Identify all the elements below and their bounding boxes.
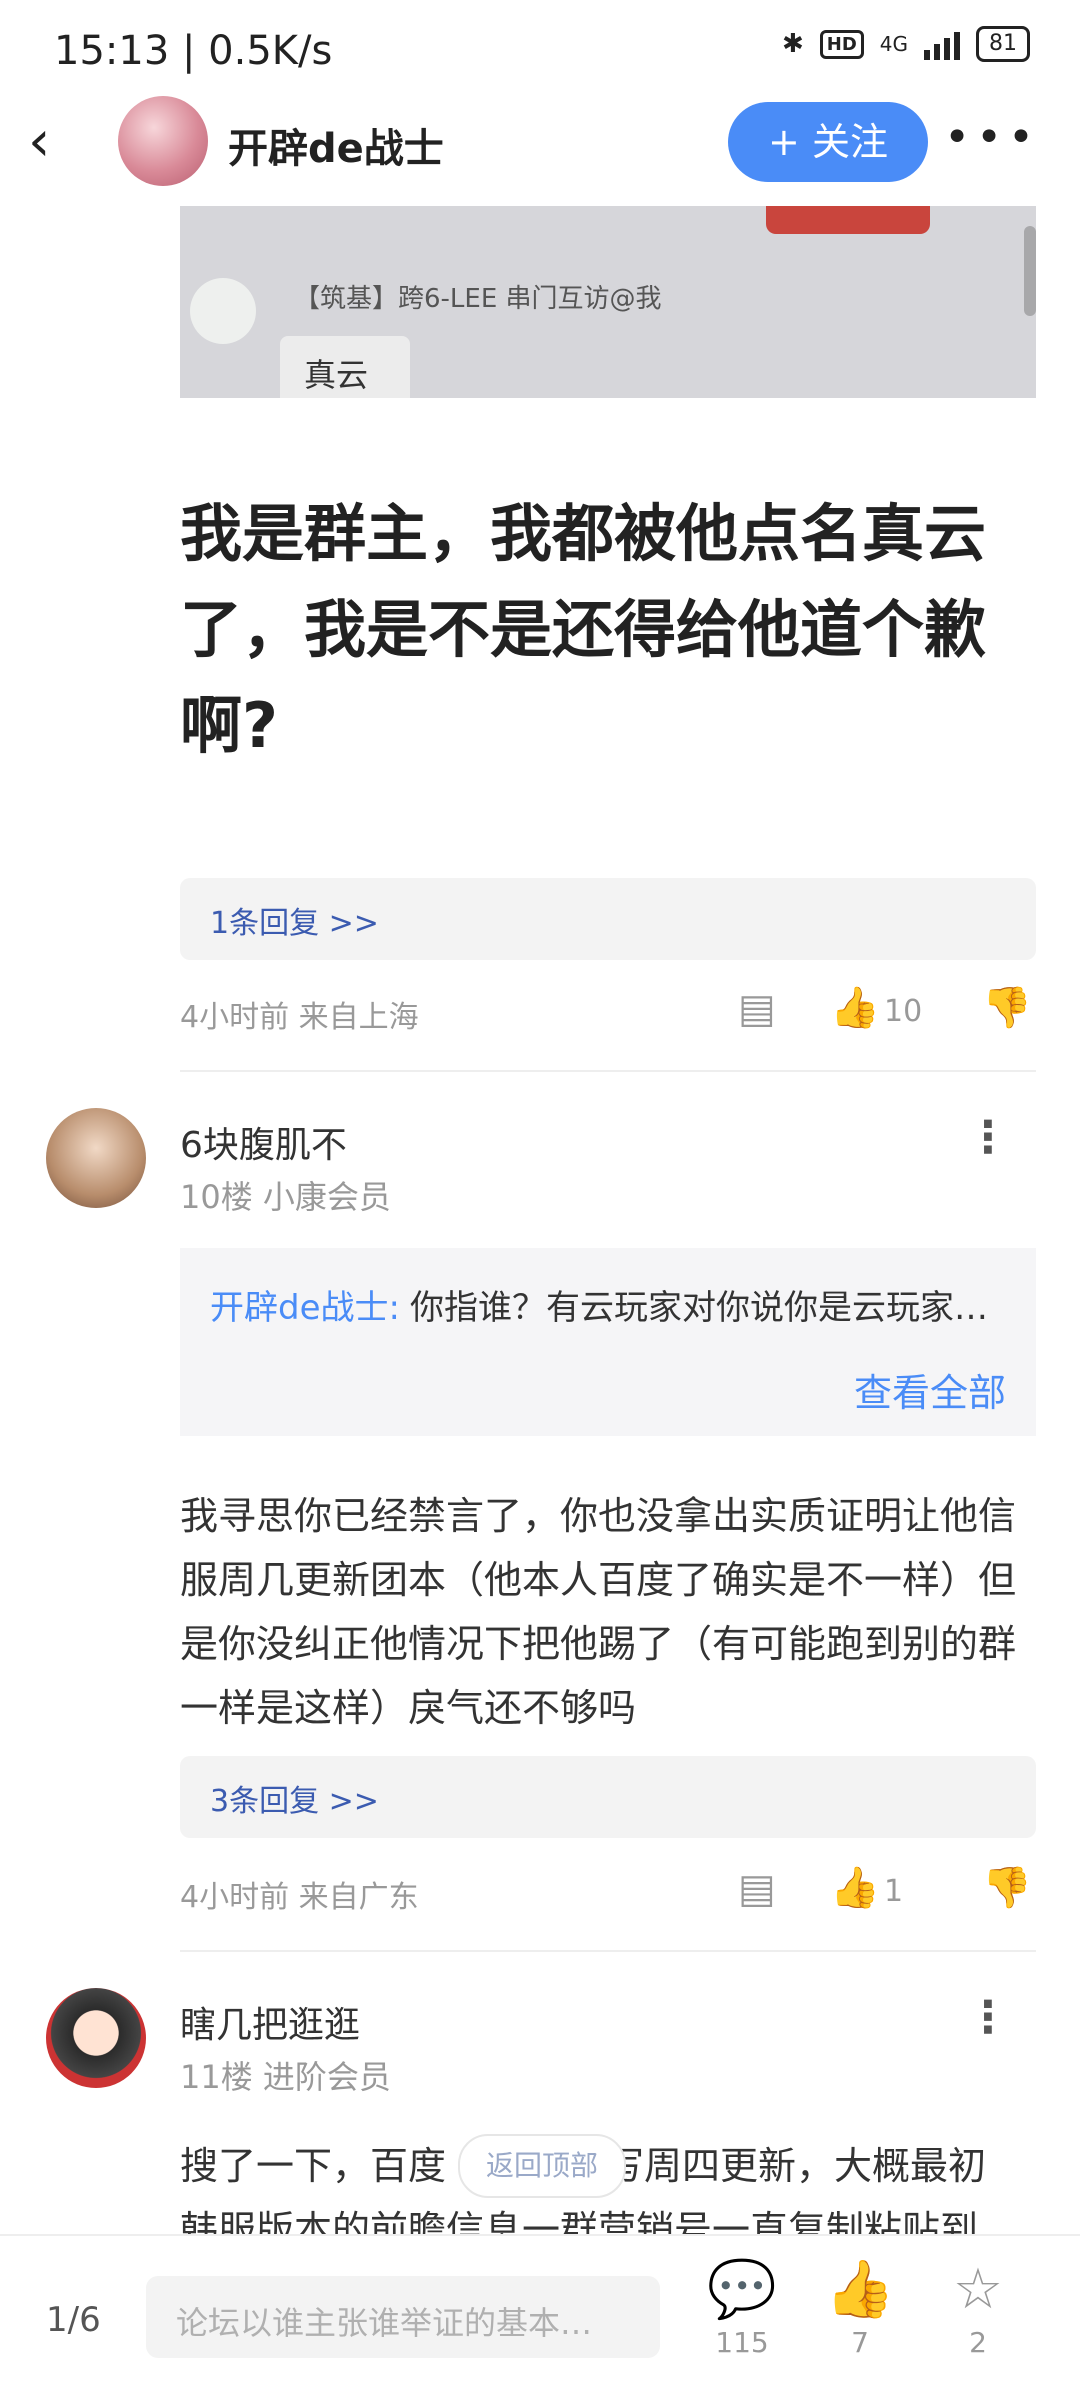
status-bar: 15:13 | 0.5K/s ✱ HD 4G 81 — [0, 0, 1080, 100]
post-actions: ▤ 👍 10 👎 — [738, 980, 1038, 1040]
back-to-top-button[interactable]: 返回顶部 — [458, 2134, 626, 2198]
image-bubble: 真云 — [280, 336, 410, 398]
image-red-block — [766, 206, 930, 234]
user-name[interactable]: 瞎几把逛逛 — [180, 1996, 360, 2048]
quote-text: 你指谁？有云玩家对你说你是云玩家… — [410, 1288, 988, 1328]
thumbs-up-icon[interactable]: 👍 — [830, 984, 880, 1031]
favorite-button[interactable]: ☆ 2 — [928, 2254, 1028, 2359]
more-vertical-icon[interactable]: ⋮ — [966, 1992, 1010, 2043]
signal-icon — [924, 28, 960, 60]
view-all-link[interactable]: 查看全部 — [854, 1362, 1006, 1417]
comment-bubble-icon: 💬 — [707, 2257, 777, 2322]
image-avatar — [190, 278, 256, 344]
author-avatar[interactable] — [118, 96, 208, 186]
quote-author: 开辟de战士: — [210, 1288, 400, 1328]
comment-icon[interactable]: ▤ — [738, 1866, 776, 1912]
replies-link[interactable]: 3条回复 >> — [180, 1756, 1036, 1838]
user-avatar[interactable] — [46, 1108, 146, 1208]
status-time: 15:13 | 0.5K/s — [54, 28, 333, 74]
comment-text-part: 搜了一下，百度 — [180, 2144, 447, 2188]
comment-count: 115 — [715, 2326, 769, 2359]
thumbs-down-icon[interactable]: 👎 — [982, 984, 1032, 1031]
replies-link-label: 3条回复 >> — [210, 1784, 379, 1819]
thumbs-up-icon[interactable]: 👍 — [830, 1864, 880, 1911]
follow-button[interactable]: + 关注 — [728, 102, 928, 182]
floor-info: 10楼 小康会员 — [180, 1178, 391, 1216]
more-options-icon[interactable]: ••• — [944, 112, 1040, 163]
comment-actions: ▤ 👍 1 👎 — [738, 1860, 1038, 1920]
bottom-bar: 1/6 论坛以谁主张谁举证的基本… 💬 115 👍 7 ☆ 2 — [0, 2234, 1080, 2402]
thumbs-up-icon: 👍 — [825, 2257, 895, 2322]
like-button[interactable]: 👍 7 — [810, 2254, 910, 2359]
like-count: 10 — [884, 994, 923, 1029]
like-count: 7 — [851, 2326, 869, 2359]
status-icons: ✱ HD 4G 81 — [782, 26, 1030, 62]
page-indicator[interactable]: 1/6 — [46, 2300, 101, 2340]
battery-icon: 81 — [976, 26, 1030, 62]
user-avatar[interactable] — [46, 1988, 146, 2088]
floor-info: 11楼 进阶会员 — [180, 2058, 391, 2096]
user-name[interactable]: 6块腹肌不 — [180, 1116, 347, 1168]
comments-button[interactable]: 💬 115 — [692, 2254, 792, 2359]
comment-text: 韩服版本的前瞻信息一群营销号一直复制粘贴到 — [180, 2208, 979, 2234]
divider — [180, 1950, 1036, 1952]
thumbs-down-icon[interactable]: 👎 — [982, 1864, 1032, 1911]
image-text: 【筑基】跨6-LEE 串门互访@我 — [294, 284, 662, 314]
post-text: 我是群主，我都被他点名真云了，我是不是还得给他道个歉啊? — [180, 497, 987, 762]
comment-meta: 4小时前 来自广东 — [180, 1880, 419, 1915]
comment-text: 我寻思你已经禁言了，你也没拿出实质证明让他信服周几更新团本（他本人百度了确实是不… — [180, 1494, 1017, 1730]
post-image[interactable]: 【筑基】跨6-LEE 串门互访@我 真云 — [180, 206, 1036, 398]
comment-text-part: 写周四更新，大概最初 — [606, 2144, 987, 2188]
reply-input-placeholder: 论坛以谁主张谁举证的基本… — [176, 2304, 593, 2342]
favorite-count: 2 — [969, 2326, 987, 2359]
post-meta: 4小时前 来自上海 — [180, 1000, 419, 1035]
reply-input[interactable]: 论坛以谁主张谁举证的基本… — [146, 2276, 660, 2358]
bluetooth-icon: ✱ — [781, 29, 804, 59]
network-type: 4G — [879, 32, 908, 56]
hd-badge: HD — [819, 29, 864, 59]
comment-icon[interactable]: ▤ — [738, 986, 776, 1032]
replies-link[interactable]: 1条回复 >> — [180, 878, 1036, 960]
back-arrow-icon[interactable]: ‹ — [28, 112, 88, 172]
divider — [180, 1070, 1036, 1072]
replies-link-label: 1条回复 >> — [210, 906, 379, 941]
star-icon: ☆ — [952, 2257, 1004, 2322]
more-vertical-icon[interactable]: ⋮ — [966, 1112, 1010, 1163]
image-scrollbar — [1024, 226, 1036, 316]
like-count: 1 — [884, 1874, 904, 1909]
author-name[interactable]: 开辟de战士 — [228, 116, 444, 174]
quote-box[interactable]: 开辟de战士: 你指谁？有云玩家对你说你是云玩家… 查看全部 — [180, 1248, 1036, 1436]
